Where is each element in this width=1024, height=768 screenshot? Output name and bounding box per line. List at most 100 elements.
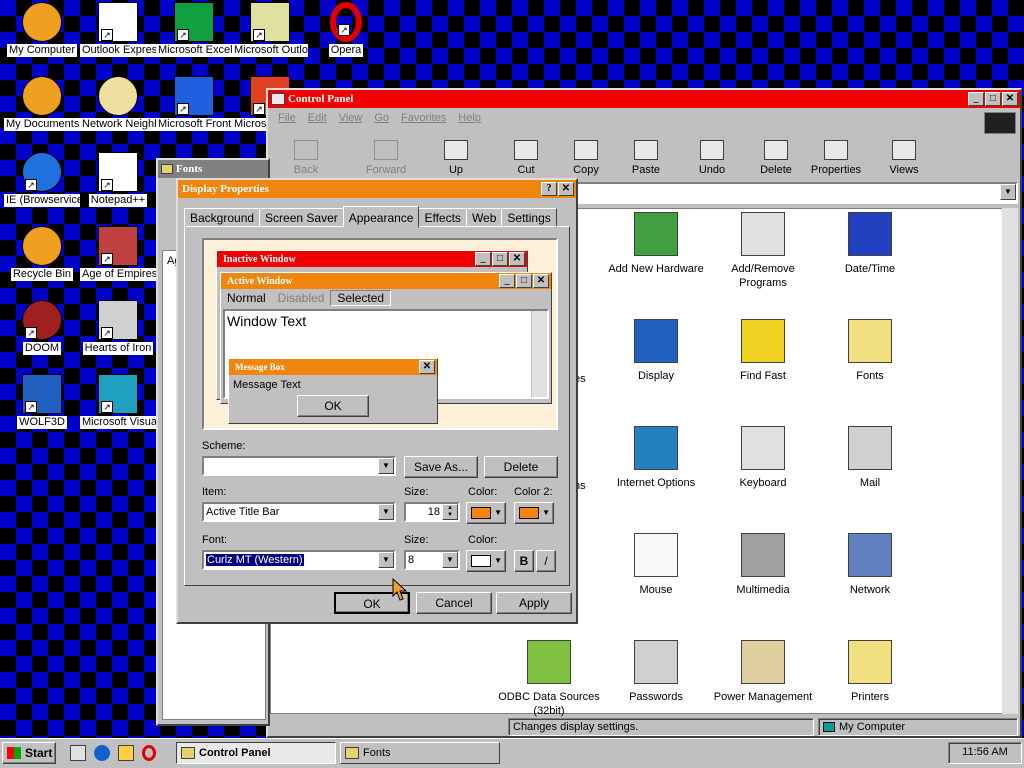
bold-button[interactable]: B <box>514 550 534 572</box>
menu-edit[interactable]: Edit <box>302 112 333 124</box>
close-button[interactable]: ✕ <box>1002 92 1018 106</box>
color2-picker[interactable]: ▼ <box>514 502 554 524</box>
tab-screen-saver[interactable]: Screen Saver <box>259 208 344 228</box>
chevron-down-icon[interactable]: ▼ <box>442 552 458 568</box>
dialog-close-button[interactable]: ✕ <box>558 182 574 196</box>
ie-shortcut-icon[interactable] <box>94 745 110 761</box>
tab-background[interactable]: Background <box>184 208 261 228</box>
cp-item-network[interactable]: Network <box>815 533 925 597</box>
menu-go[interactable]: Go <box>368 112 395 124</box>
desktop-icon-hearts-of-iron[interactable]: ↗ Hearts of Iron <box>80 300 156 358</box>
fonts-title-bar[interactable]: Fonts <box>158 160 268 178</box>
maximize-button[interactable]: □ <box>985 92 1001 106</box>
desktop-shortcut-icon[interactable] <box>70 745 86 761</box>
desktop-icon-frontpage[interactable]: ↗ Microsoft FrontPage <box>156 76 232 134</box>
tab-appearance[interactable]: Appearance <box>342 206 420 228</box>
cp-item-find-fast[interactable]: Find Fast <box>708 319 818 383</box>
tab-web[interactable]: Web <box>465 208 503 228</box>
cp-item-fonts[interactable]: Fonts <box>815 319 925 383</box>
menu-help[interactable]: Help <box>452 112 487 124</box>
menu-favorites[interactable]: Favorites <box>395 112 452 124</box>
toolbar-paste-button[interactable]: Paste <box>614 140 678 176</box>
desktop-icon-my-computer[interactable]: My Computer <box>4 2 80 60</box>
mouse-icon <box>634 533 678 577</box>
desktop-icon-doom[interactable]: ↗ DOOM <box>4 300 80 358</box>
cp-item-power-management[interactable]: Power Management <box>708 640 818 704</box>
clock-icon <box>848 212 892 256</box>
chevron-down-icon[interactable]: ▼ <box>378 504 394 520</box>
toolbar-copy-button[interactable]: Copy <box>554 140 618 176</box>
toolbar-views-button[interactable]: Views <box>872 140 936 176</box>
font-select[interactable]: Curlz MT (Western) ▼ <box>202 550 396 570</box>
desktop-icon-outlook-express[interactable]: ↗ Outlook Express <box>80 2 156 60</box>
cp-item-printers[interactable]: Printers <box>815 640 925 704</box>
taskbar-fonts[interactable]: Fonts <box>340 742 500 764</box>
chevron-down-icon[interactable]: ▼ <box>1000 184 1016 200</box>
save-as-button[interactable]: Save As... <box>404 456 478 478</box>
vertical-scrollbar[interactable] <box>1002 208 1018 714</box>
desktop-icon-opera[interactable]: ↗ Opera <box>308 2 384 60</box>
toolbar-undo-button[interactable]: Undo <box>680 140 744 176</box>
dialog-title-bar[interactable]: Display Properties ? ✕ <box>178 180 576 198</box>
spinner-arrows-icon[interactable]: ▲ ▼ <box>442 504 458 520</box>
font-size-select[interactable]: 8 ▼ <box>404 550 460 570</box>
desktop-icon-wolf3d[interactable]: ↗ WOLF3D <box>4 374 80 432</box>
cp-item-multimedia[interactable]: Multimedia <box>708 533 818 597</box>
desktop-icon-network-neighborhood[interactable]: Network Neighborhood <box>80 76 156 134</box>
apply-button[interactable]: Apply <box>496 592 572 614</box>
menu-view[interactable]: View <box>333 112 369 124</box>
cancel-button[interactable]: Cancel <box>416 592 492 614</box>
opera-shortcut-icon[interactable] <box>142 745 156 761</box>
toolbar-forward-button[interactable]: Forward <box>354 140 418 176</box>
desktop-icon-visual-interdev[interactable]: ↗ Microsoft Visual InterDev 6.0 <box>80 374 156 432</box>
start-button[interactable]: Start <box>2 742 56 764</box>
size-spinner[interactable]: 18 ▲ ▼ <box>404 502 460 522</box>
minimize-button[interactable]: _ <box>968 92 984 106</box>
delete-button[interactable]: Delete <box>484 456 558 478</box>
desktop-icon-microsoft-outlook[interactable]: ↗ Microsoft Outlook <box>232 2 308 60</box>
control-panel-title-bar[interactable]: Control Panel _ □ ✕ <box>268 90 1020 108</box>
clock[interactable]: 11:56 AM <box>962 746 1008 758</box>
italic-button[interactable]: / <box>536 550 556 572</box>
cp-item-add-remove-programs[interactable]: Add/Remove Programs <box>708 212 818 290</box>
cp-item-date-time[interactable]: Date/Time <box>815 212 925 276</box>
scheme-select[interactable]: ▼ <box>202 456 396 476</box>
cp-item-passwords[interactable]: Passwords <box>601 640 711 704</box>
desktop-icon-recycle-bin[interactable]: Recycle Bin <box>4 226 80 284</box>
help-button[interactable]: ? <box>541 182 557 196</box>
cp-item-mail[interactable]: Mail <box>815 426 925 490</box>
desktop-icon-my-documents[interactable]: My Documents <box>4 76 80 134</box>
windows-logo-icon <box>984 112 1016 134</box>
item-select[interactable]: Active Title Bar ▼ <box>202 502 396 522</box>
desktop-icon-age-of-empires[interactable]: ↗ Age of Empires <box>80 226 156 284</box>
tab-effects[interactable]: Effects <box>418 208 467 228</box>
tab-settings[interactable]: Settings <box>501 208 557 228</box>
menu-file[interactable]: File <box>272 112 302 124</box>
toolbar-up-button[interactable]: Up <box>424 140 488 176</box>
cp-item-internet-options[interactable]: Internet Options <box>601 426 711 490</box>
desktop-icon-microsoft-excel[interactable]: ↗ Microsoft Excel <box>156 2 232 60</box>
chevron-down-icon[interactable]: ▼ <box>378 458 394 474</box>
cp-item-odbc-data-sources-32bit-[interactable]: ODBC Data Sources (32bit) <box>494 640 604 718</box>
cp-item-label: Keyboard <box>739 477 787 489</box>
toolbar-delete-button[interactable]: Delete <box>744 140 808 176</box>
cp-item-display[interactable]: Display <box>601 319 711 383</box>
cp-item-mouse[interactable]: Mouse <box>601 533 711 597</box>
cp-item-add-new-hardware[interactable]: Add New Hardware <box>601 212 711 276</box>
toolbar-cut-button[interactable]: Cut <box>494 140 558 176</box>
address-bar[interactable]: ▼ <box>568 182 1018 204</box>
quick-launch <box>70 744 162 762</box>
font-color-picker[interactable]: ▼ <box>466 550 506 572</box>
color-picker[interactable]: ▼ <box>466 502 506 524</box>
preview-msgbox-close-icon: ✕ <box>419 360 435 374</box>
chevron-down-icon: ▼ <box>542 508 550 517</box>
desktop-icon-notepad[interactable]: ↗ Notepad++ <box>80 152 156 210</box>
desktop-icon-ie[interactable]: ↗ IE (Browservice) <box>4 152 80 210</box>
channels-shortcut-icon[interactable] <box>118 745 134 761</box>
cp-item-keyboard[interactable]: Keyboard <box>708 426 818 490</box>
toolbar-back-button[interactable]: Back <box>274 140 338 176</box>
chevron-down-icon[interactable]: ▼ <box>378 552 394 568</box>
toolbar-properties-button[interactable]: Properties <box>804 140 868 176</box>
taskbar-control-panel[interactable]: Control Panel <box>176 742 336 764</box>
font-size-label: Size: <box>404 534 429 546</box>
